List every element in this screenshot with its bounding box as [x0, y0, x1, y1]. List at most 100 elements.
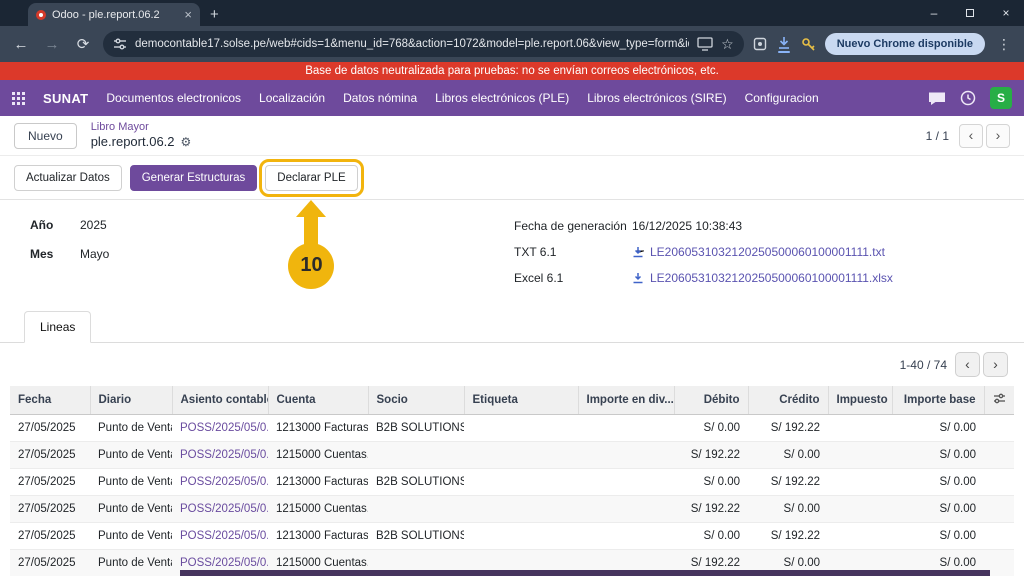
cell-debito[interactable]: S/ 192.22: [674, 442, 748, 469]
browser-tab[interactable]: Odoo - ple.report.06.2 ×: [28, 3, 200, 26]
generate-structures-button[interactable]: Generar Estructuras: [130, 165, 258, 191]
cell-socio[interactable]: [368, 496, 464, 523]
cell-importe_div[interactable]: [578, 415, 674, 442]
cell-diario[interactable]: Punto de Venta: [90, 523, 172, 550]
col-header-etiqueta[interactable]: Etiqueta: [464, 386, 578, 415]
cell-asiento[interactable]: POSS/2025/05/0...: [172, 496, 268, 523]
cell-debito[interactable]: S/ 0.00: [674, 469, 748, 496]
cell-impuesto[interactable]: [828, 442, 892, 469]
cell-socio[interactable]: [368, 442, 464, 469]
apps-grid-icon[interactable]: [12, 92, 25, 105]
cell-diario[interactable]: Punto de Venta: [90, 415, 172, 442]
minimize-button[interactable]: –: [916, 0, 952, 26]
menu-localizacion[interactable]: Localización: [259, 91, 325, 105]
cell-diario[interactable]: Punto de Venta: [90, 550, 172, 576]
cell-fecha[interactable]: 27/05/2025: [10, 550, 90, 576]
menu-datos-nomina[interactable]: Datos nómina: [343, 91, 417, 105]
record-next-button[interactable]: ›: [986, 124, 1010, 148]
record-prev-button[interactable]: ‹: [959, 124, 983, 148]
excel-download-icon[interactable]: [632, 272, 644, 284]
reload-icon[interactable]: ⟳: [72, 35, 94, 53]
excel-file-link[interactable]: LE2060531032120250500060100001111.xlsx: [650, 271, 893, 285]
table-row[interactable]: 27/05/2025Punto de VentaPOSS/2025/05/0..…: [10, 469, 1014, 496]
cell-importe_base[interactable]: S/ 0.00: [892, 496, 984, 523]
col-header-cuenta[interactable]: Cuenta: [268, 386, 368, 415]
cell-etiqueta[interactable]: [464, 469, 578, 496]
cell-etiqueta[interactable]: [464, 523, 578, 550]
cell-asiento[interactable]: POSS/2025/05/0...: [172, 442, 268, 469]
update-data-button[interactable]: Actualizar Datos: [14, 165, 122, 191]
cell-asiento[interactable]: POSS/2025/05/0...: [172, 523, 268, 550]
cell-diario[interactable]: Punto de Venta: [90, 469, 172, 496]
cell-impuesto[interactable]: [828, 496, 892, 523]
cell-cuenta[interactable]: 1215000 Cuentas...: [268, 496, 368, 523]
cell-etiqueta[interactable]: [464, 442, 578, 469]
extensions-icon[interactable]: [753, 37, 767, 51]
col-header-socio[interactable]: Socio: [368, 386, 464, 415]
actions-gear-icon[interactable]: ⚙: [181, 135, 192, 150]
site-settings-icon[interactable]: [113, 37, 127, 51]
close-button[interactable]: ×: [988, 0, 1024, 26]
txt-download-icon[interactable]: [632, 246, 644, 258]
bookmark-star-icon[interactable]: ☆: [721, 36, 734, 53]
tab-close-icon[interactable]: ×: [184, 7, 192, 22]
cell-credito[interactable]: S/ 192.22: [748, 523, 828, 550]
cell-asiento[interactable]: POSS/2025/05/0...: [172, 415, 268, 442]
cell-fecha[interactable]: 27/05/2025: [10, 496, 90, 523]
col-header-importe-base[interactable]: Importe base: [892, 386, 984, 415]
url-text[interactable]: democontable17.solse.pe/web#cids=1&menu_…: [135, 38, 689, 50]
forward-icon[interactable]: →: [41, 36, 63, 53]
cast-icon[interactable]: [697, 37, 713, 51]
cell-cuenta[interactable]: 1213000 Facturas...: [268, 523, 368, 550]
list-prev-button[interactable]: ‹: [955, 352, 980, 377]
user-avatar[interactable]: S: [990, 87, 1012, 109]
cell-debito[interactable]: S/ 0.00: [674, 415, 748, 442]
app-brand[interactable]: SUNAT: [43, 91, 88, 106]
cell-importe_base[interactable]: S/ 0.00: [892, 415, 984, 442]
menu-libros-sire[interactable]: Libros electrónicos (SIRE): [587, 91, 726, 105]
cell-importe_base[interactable]: S/ 0.00: [892, 523, 984, 550]
cell-fecha[interactable]: 27/05/2025: [10, 523, 90, 550]
cell-importe_div[interactable]: [578, 469, 674, 496]
cell-debito[interactable]: S/ 0.00: [674, 523, 748, 550]
cell-credito[interactable]: S/ 192.22: [748, 415, 828, 442]
cell-cuenta[interactable]: 1213000 Facturas...: [268, 415, 368, 442]
table-row[interactable]: 27/05/2025Punto de VentaPOSS/2025/05/0..…: [10, 523, 1014, 550]
chrome-update-button[interactable]: Nuevo Chrome disponible: [825, 33, 985, 55]
cell-importe_div[interactable]: [578, 523, 674, 550]
menu-libros-ple[interactable]: Libros electrónicos (PLE): [435, 91, 569, 105]
month-value[interactable]: Mayo: [80, 247, 109, 261]
col-header-debito[interactable]: Débito: [674, 386, 748, 415]
cell-credito[interactable]: S/ 0.00: [748, 442, 828, 469]
cell-cuenta[interactable]: 1213000 Facturas...: [268, 469, 368, 496]
cell-diario[interactable]: Punto de Venta: [90, 496, 172, 523]
menu-configuracion[interactable]: Configuracion: [745, 91, 819, 105]
cell-debito[interactable]: S/ 192.22: [674, 496, 748, 523]
year-value[interactable]: 2025: [80, 218, 107, 232]
cell-credito[interactable]: S/ 192.22: [748, 469, 828, 496]
table-row[interactable]: 27/05/2025Punto de VentaPOSS/2025/05/0..…: [10, 496, 1014, 523]
new-tab-button[interactable]: +: [210, 6, 219, 23]
cell-fecha[interactable]: 27/05/2025: [10, 415, 90, 442]
cell-importe_base[interactable]: S/ 0.00: [892, 442, 984, 469]
cell-diario[interactable]: Punto de Venta: [90, 442, 172, 469]
col-header-asiento[interactable]: Asiento contable: [172, 386, 268, 415]
back-icon[interactable]: ←: [10, 36, 32, 53]
cell-importe_div[interactable]: [578, 496, 674, 523]
cell-fecha[interactable]: 27/05/2025: [10, 442, 90, 469]
cell-socio[interactable]: B2B SOLUTIONS ...: [368, 469, 464, 496]
list-next-button[interactable]: ›: [983, 352, 1008, 377]
table-row[interactable]: 27/05/2025Punto de VentaPOSS/2025/05/0..…: [10, 415, 1014, 442]
breadcrumb-parent-link[interactable]: Libro Mayor: [91, 121, 192, 135]
cell-etiqueta[interactable]: [464, 415, 578, 442]
col-header-impuesto[interactable]: Impuesto: [828, 386, 892, 415]
browser-menu-icon[interactable]: ⋮: [994, 36, 1014, 53]
cell-importe_base[interactable]: S/ 0.00: [892, 469, 984, 496]
cell-socio[interactable]: B2B SOLUTIONS ...: [368, 415, 464, 442]
cell-credito[interactable]: S/ 0.00: [748, 496, 828, 523]
menu-documentos-electronicos[interactable]: Documentos electronicos: [106, 91, 241, 105]
messages-icon[interactable]: [928, 91, 946, 106]
cell-impuesto[interactable]: [828, 415, 892, 442]
maximize-button[interactable]: [952, 0, 988, 26]
declare-ple-button[interactable]: Declarar PLE: [265, 165, 357, 191]
